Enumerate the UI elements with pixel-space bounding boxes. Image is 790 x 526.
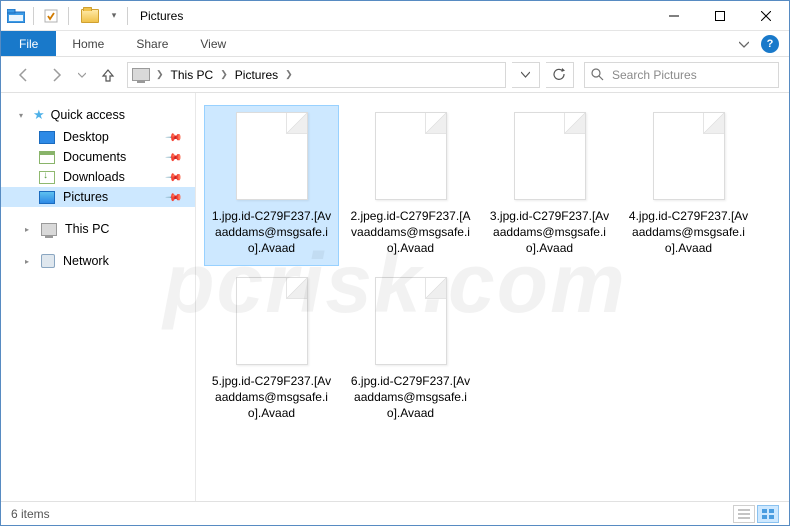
this-pc-breadcrumb-icon bbox=[132, 68, 150, 81]
sidebar-item-label: Documents bbox=[63, 150, 126, 164]
file-name: 1.jpg.id-C279F237.[Avaaddams@msgsafe.io]… bbox=[209, 208, 334, 257]
sidebar-item-label: Pictures bbox=[63, 190, 108, 204]
sidebar-item-downloads[interactable]: Downloads 📌 bbox=[1, 167, 195, 187]
sidebar-item-documents[interactable]: Documents 📌 bbox=[1, 147, 195, 167]
body: ▾ ★ Quick access Desktop 📌 Documents 📌 D… bbox=[1, 93, 789, 501]
item-count: 6 items bbox=[11, 507, 50, 521]
qat-dropdown-icon[interactable]: ▾ bbox=[107, 10, 121, 21]
recent-dropdown-icon[interactable] bbox=[75, 62, 89, 88]
explorer-icon bbox=[5, 5, 27, 27]
files-grid: 1.jpg.id-C279F237.[Avaaddams@msgsafe.io]… bbox=[204, 105, 781, 430]
breadcrumb-pictures[interactable]: Pictures bbox=[231, 63, 282, 87]
file-item[interactable]: 1.jpg.id-C279F237.[Avaaddams@msgsafe.io]… bbox=[204, 105, 339, 266]
address-bar[interactable]: ❯ This PC ❯ Pictures ❯ bbox=[127, 62, 506, 88]
chevron-right-icon[interactable]: ▸ bbox=[25, 225, 33, 234]
help-icon[interactable]: ? bbox=[761, 35, 779, 53]
window-controls bbox=[651, 1, 789, 31]
minimize-button[interactable] bbox=[651, 1, 697, 31]
titlebar: ▾ Pictures bbox=[1, 1, 789, 31]
sidebar: ▾ ★ Quick access Desktop 📌 Documents 📌 D… bbox=[1, 93, 196, 501]
pin-icon: 📌 bbox=[165, 128, 184, 147]
file-thumbnail-icon bbox=[514, 112, 586, 200]
back-button[interactable] bbox=[11, 62, 37, 88]
pin-icon: 📌 bbox=[165, 188, 184, 207]
address-dropdown-icon[interactable] bbox=[512, 62, 540, 88]
folder-app-icon bbox=[81, 9, 99, 23]
navbar: ❯ This PC ❯ Pictures ❯ bbox=[1, 57, 789, 93]
star-icon: ★ bbox=[33, 107, 45, 123]
maximize-button[interactable] bbox=[697, 1, 743, 31]
view-large-icons-button[interactable] bbox=[757, 505, 779, 523]
chevron-right-icon[interactable]: ❯ bbox=[282, 69, 296, 80]
quick-access-header[interactable]: ▾ ★ Quick access bbox=[1, 103, 195, 127]
file-thumbnail-icon bbox=[375, 277, 447, 365]
pin-icon: 📌 bbox=[165, 148, 184, 167]
file-name: 6.jpg.id-C279F237.[Avaaddams@msgsafe.io]… bbox=[348, 373, 473, 422]
file-menu[interactable]: File bbox=[1, 31, 56, 56]
window-title: Pictures bbox=[136, 9, 183, 23]
quick-access-label: Quick access bbox=[51, 108, 125, 122]
chevron-right-icon[interactable]: ❯ bbox=[153, 69, 167, 80]
search-icon bbox=[591, 68, 604, 81]
ribbon: File Home Share View ? bbox=[1, 31, 789, 57]
file-thumbnail-icon bbox=[653, 112, 725, 200]
this-pc-icon bbox=[41, 223, 57, 236]
file-name: 2.jpeg.id-C279F237.[Avaaddams@msgsafe.io… bbox=[348, 208, 473, 257]
sidebar-item-label: Desktop bbox=[63, 130, 109, 144]
sidebar-item-desktop[interactable]: Desktop 📌 bbox=[1, 127, 195, 147]
network-icon bbox=[41, 254, 55, 268]
file-name: 4.jpg.id-C279F237.[Avaaddams@msgsafe.io]… bbox=[626, 208, 751, 257]
file-thumbnail-icon bbox=[236, 277, 308, 365]
pin-icon: 📌 bbox=[165, 168, 184, 187]
sidebar-item-label: Downloads bbox=[63, 170, 125, 184]
status-bar: 6 items bbox=[1, 501, 789, 525]
file-name: 3.jpg.id-C279F237.[Avaaddams@msgsafe.io]… bbox=[487, 208, 612, 257]
chevron-down-icon[interactable]: ▾ bbox=[19, 111, 27, 120]
ribbon-expand-icon[interactable] bbox=[739, 39, 749, 49]
properties-qat-icon[interactable] bbox=[40, 5, 62, 27]
pictures-icon bbox=[39, 191, 55, 204]
tab-home[interactable]: Home bbox=[56, 31, 120, 56]
file-item[interactable]: 4.jpg.id-C279F237.[Avaaddams@msgsafe.io]… bbox=[621, 105, 756, 266]
forward-button[interactable] bbox=[43, 62, 69, 88]
file-thumbnail-icon bbox=[375, 112, 447, 200]
chevron-right-icon[interactable]: ▸ bbox=[25, 257, 33, 266]
quick-access-toolbar: ▾ bbox=[1, 5, 136, 27]
content-area[interactable]: 1.jpg.id-C279F237.[Avaaddams@msgsafe.io]… bbox=[196, 93, 789, 501]
search-input[interactable] bbox=[612, 68, 772, 82]
sidebar-item-this-pc[interactable]: ▸ This PC bbox=[1, 219, 195, 239]
search-box[interactable] bbox=[584, 62, 779, 88]
chevron-right-icon[interactable]: ❯ bbox=[217, 69, 231, 80]
file-item[interactable]: 3.jpg.id-C279F237.[Avaaddams@msgsafe.io]… bbox=[482, 105, 617, 266]
sidebar-item-network[interactable]: ▸ Network bbox=[1, 251, 195, 271]
documents-icon bbox=[39, 151, 55, 164]
tab-view[interactable]: View bbox=[184, 31, 242, 56]
file-item[interactable]: 5.jpg.id-C279F237.[Avaaddams@msgsafe.io]… bbox=[204, 270, 339, 431]
close-button[interactable] bbox=[743, 1, 789, 31]
sidebar-item-pictures[interactable]: Pictures 📌 bbox=[1, 187, 195, 207]
file-name: 5.jpg.id-C279F237.[Avaaddams@msgsafe.io]… bbox=[209, 373, 334, 422]
file-thumbnail-icon bbox=[236, 112, 308, 200]
sidebar-item-label: This PC bbox=[65, 222, 109, 236]
file-item[interactable]: 2.jpeg.id-C279F237.[Avaaddams@msgsafe.io… bbox=[343, 105, 478, 266]
downloads-icon bbox=[39, 171, 55, 184]
tab-share[interactable]: Share bbox=[120, 31, 184, 56]
desktop-icon bbox=[39, 131, 55, 144]
sidebar-item-label: Network bbox=[63, 254, 109, 268]
view-details-button[interactable] bbox=[733, 505, 755, 523]
file-item[interactable]: 6.jpg.id-C279F237.[Avaaddams@msgsafe.io]… bbox=[343, 270, 478, 431]
refresh-button[interactable] bbox=[546, 62, 574, 88]
breadcrumb-this-pc[interactable]: This PC bbox=[167, 63, 218, 87]
up-button[interactable] bbox=[95, 62, 121, 88]
